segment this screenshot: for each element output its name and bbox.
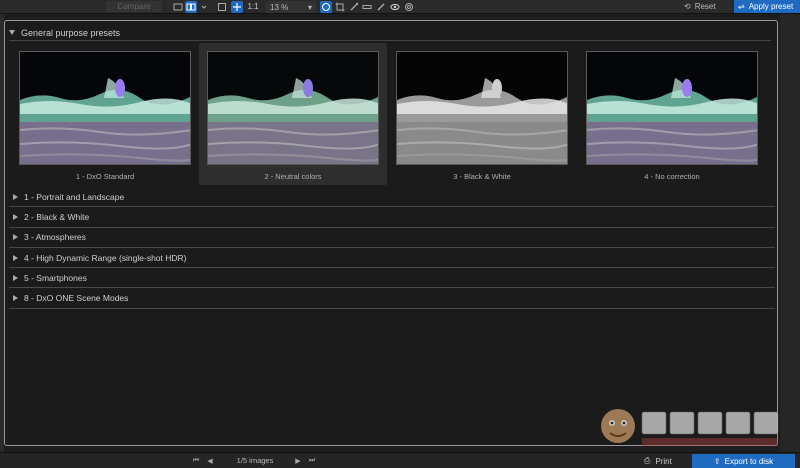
first-image-icon[interactable]: ⏮ [190, 456, 202, 466]
export-button[interactable]: ⇪ Export to disk [692, 454, 795, 468]
preset-label: 3 - Black & White [453, 172, 511, 181]
preset-group-label: 1 - Portrait and Landscape [24, 191, 125, 202]
preset-thumbnail[interactable]: 2 - Neutral colors [199, 43, 387, 185]
preset-label: 2 - Neutral colors [264, 172, 322, 181]
preset-group-list: 1 - Portrait and Landscape 2 - Black & Wh… [5, 187, 779, 309]
preset-image [396, 51, 568, 165]
print-button[interactable]: ⎙ Print [644, 455, 686, 467]
next-image-icon[interactable]: ▶ [292, 456, 304, 466]
preset-image [19, 51, 191, 165]
preset-thumbnail[interactable]: 1 - DxO Standard [11, 43, 199, 185]
eye-icon[interactable] [389, 1, 401, 13]
preset-group-row[interactable]: 2 - Black & White [9, 207, 775, 228]
export-label: Export to disk [724, 456, 774, 466]
preset-label: 4 - No correction [644, 172, 700, 181]
bottom-bar: ⏮ ◀ 1/5 images ▶ ⏭ ⎙ Print ⇪ Export to d… [0, 452, 800, 468]
reset-icon: ⟲ [684, 2, 691, 11]
eyedropper-icon[interactable] [348, 1, 360, 13]
preset-group-row[interactable]: 8 - DxO ONE Scene Modes [9, 288, 775, 309]
triangle-right-icon [13, 234, 18, 241]
side-by-side-icon[interactable] [185, 1, 197, 13]
preset-thumbnail[interactable]: 4 - No correction [578, 43, 766, 185]
triangle-down-icon [9, 30, 15, 35]
repair-icon[interactable] [361, 1, 373, 13]
preset-group-row[interactable]: 4 - High Dynamic Range (single-shot HDR) [9, 248, 775, 269]
preset-group-label: 5 - Smartphones [24, 272, 87, 283]
presets-row: 1 - DxO Standard 2 - Neutral colors 3 - Bl… [5, 43, 779, 185]
preset-thumbnail[interactable]: 3 - Black & White [388, 43, 576, 185]
top-toolbar: Compare 1:1 13 % ▾ ⟲ Reset ⇌ Apply prese… [0, 0, 800, 14]
crop-icon[interactable] [334, 1, 346, 13]
watermark-logo [601, 409, 779, 446]
preset-group-label: 2 - Black & White [24, 211, 90, 222]
reset-label: Reset [694, 2, 716, 11]
chevron-down-icon[interactable] [198, 1, 210, 13]
presets-panel: General purpose presets 1 - DxO Standard… [4, 20, 778, 446]
compare-button[interactable]: Compare [106, 1, 162, 12]
zoom-select[interactable]: 13 % ▾ [266, 1, 316, 13]
right-side-panel [780, 14, 800, 454]
zoom-1to1-button[interactable]: 1:1 [246, 1, 260, 12]
previous-image-icon[interactable]: ◀ [204, 456, 216, 466]
section-title: General purpose presets [21, 27, 121, 38]
brush-icon[interactable] [375, 1, 387, 13]
preset-group-label: 4 - High Dynamic Range (single-shot HDR) [24, 252, 187, 263]
preset-icon: ⇌ [738, 2, 745, 11]
triangle-right-icon [13, 193, 18, 200]
preset-image [586, 51, 758, 165]
triangle-right-icon [13, 213, 18, 220]
preset-image [207, 51, 379, 165]
settings-icon[interactable] [403, 1, 415, 13]
export-icon: ⇪ [713, 456, 721, 466]
move-icon[interactable] [231, 1, 243, 13]
preset-group-row[interactable]: 3 - Atmospheres [9, 228, 775, 248]
section-header-general[interactable]: General purpose presets [9, 27, 771, 41]
image-count: 1/5 images [236, 456, 274, 465]
preset-label: 1 - DxO Standard [75, 172, 135, 181]
triangle-right-icon [13, 295, 18, 302]
fit-screen-icon[interactable] [216, 1, 228, 13]
single-view-icon[interactable] [172, 1, 184, 13]
apply-preset-button[interactable]: ⇌ Apply preset [734, 0, 800, 13]
apply-preset-label: Apply preset [748, 2, 794, 11]
reset-button[interactable]: ⟲ Reset [684, 0, 728, 13]
zoom-value: 13 % [270, 2, 289, 12]
last-image-icon[interactable]: ⏭ [306, 456, 318, 466]
printer-icon: ⎙ [644, 456, 651, 465]
triangle-right-icon [13, 274, 18, 281]
preset-group-row[interactable]: 5 - Smartphones [9, 268, 775, 289]
preset-group-label: 3 - Atmospheres [24, 232, 86, 243]
print-label: Print [655, 456, 672, 466]
triangle-right-icon [13, 254, 18, 261]
preset-group-label: 8 - DxO ONE Scene Modes [24, 293, 129, 304]
preset-group-row[interactable]: 1 - Portrait and Landscape [9, 187, 775, 208]
chevron-down-icon: ▾ [307, 2, 312, 12]
auto-horizon-icon[interactable] [320, 1, 332, 13]
